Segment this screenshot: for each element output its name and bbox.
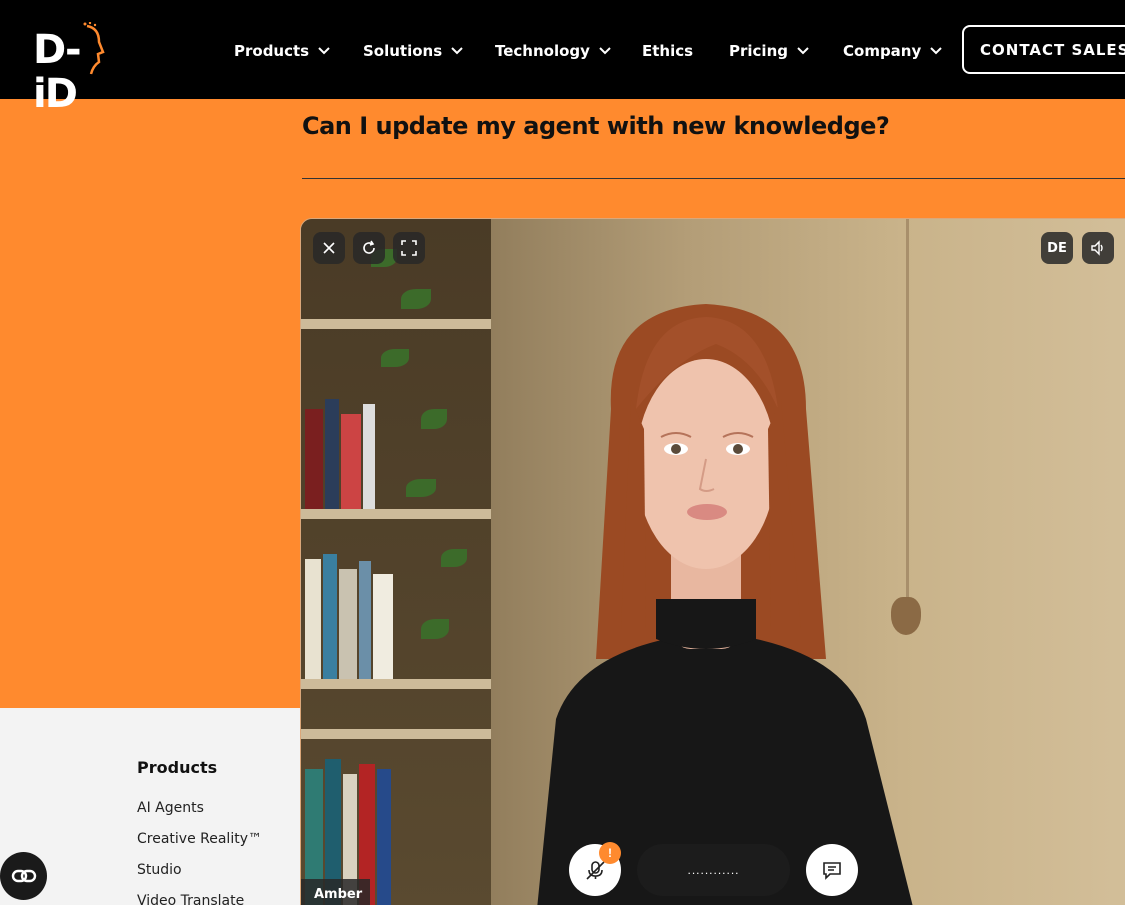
- fullscreen-icon: [401, 240, 417, 256]
- book: [325, 399, 339, 509]
- refresh-icon: [363, 240, 375, 254]
- footer-products-column: Products AI Agents Creative Reality™ Stu…: [137, 758, 262, 905]
- nav-label: Ethics: [642, 42, 694, 60]
- chat-icon: [823, 862, 841, 880]
- plant-leaf: [441, 549, 467, 567]
- agent-video-player[interactable]: DE Amber ! ............: [300, 218, 1125, 905]
- nav-technology[interactable]: Technology: [495, 40, 612, 62]
- language-button[interactable]: DE: [1041, 232, 1073, 264]
- microphone-alert-badge: !: [599, 842, 621, 864]
- nav-label: Company: [843, 42, 922, 60]
- book: [373, 574, 393, 679]
- main-nav: Products Solutions Technology Ethics Pri…: [0, 0, 1125, 99]
- book: [305, 559, 321, 679]
- footer-heading: Products: [137, 758, 218, 777]
- volume-button[interactable]: [1082, 232, 1114, 264]
- chevron-down-icon: [318, 47, 330, 55]
- nav-company[interactable]: Company: [843, 40, 943, 62]
- audio-waveform: ............: [637, 844, 790, 896]
- nav-solutions[interactable]: Solutions: [363, 40, 464, 62]
- nav-label: Pricing: [729, 42, 788, 60]
- agent-name-tag: Amber: [301, 879, 370, 905]
- link-icon: [11, 869, 36, 883]
- footer-link-studio[interactable]: Studio: [137, 861, 262, 892]
- avatar-amber: [537, 304, 913, 905]
- microphone-muted-icon: [586, 861, 605, 880]
- chevron-down-icon: [797, 47, 809, 55]
- shelf: [301, 679, 491, 689]
- page: D-iD Products Solutions Technology Ethic…: [0, 0, 1125, 905]
- footer-link-ai-agents[interactable]: AI Agents: [137, 799, 262, 830]
- footer-link-video-translate[interactable]: Video Translate: [137, 892, 262, 905]
- contact-sales-button[interactable]: CONTACT SALES: [962, 25, 1125, 74]
- plant-leaf: [401, 289, 431, 309]
- book: [359, 561, 371, 679]
- plant-leaf: [406, 479, 436, 497]
- chevron-down-icon: [599, 47, 611, 55]
- footer-link-creative-reality[interactable]: Creative Reality™: [137, 830, 262, 861]
- nav-label: Technology: [495, 42, 590, 60]
- book: [363, 404, 375, 509]
- nav-label: Solutions: [363, 42, 443, 60]
- accessibility-widget-button[interactable]: [0, 852, 47, 900]
- shelf: [301, 319, 491, 329]
- book: [305, 409, 323, 509]
- book: [341, 414, 361, 509]
- shelf: [301, 729, 491, 739]
- nav-pricing[interactable]: Pricing: [729, 40, 810, 62]
- books-row: [301, 549, 491, 679]
- close-icon: [323, 242, 335, 254]
- nav-ethics[interactable]: Ethics: [642, 40, 693, 62]
- book: [377, 769, 391, 905]
- site-header: D-iD Products Solutions Technology Ethic…: [0, 0, 1125, 116]
- plant-leaf: [381, 349, 409, 367]
- book: [339, 569, 357, 679]
- chevron-down-icon: [451, 47, 463, 55]
- bookshelf-background: [301, 219, 491, 905]
- nav-products[interactable]: Products: [234, 40, 331, 62]
- nav-label: Products: [234, 42, 310, 60]
- speaker-icon: [1091, 240, 1103, 256]
- restart-video-button[interactable]: [353, 232, 385, 264]
- book: [323, 554, 337, 679]
- plant-leaf: [421, 619, 449, 639]
- close-video-button[interactable]: [313, 232, 345, 264]
- chat-button[interactable]: [806, 844, 858, 896]
- plant-leaf: [421, 409, 447, 429]
- fullscreen-button[interactable]: [393, 232, 425, 264]
- faq-divider: [302, 178, 1125, 179]
- books-row: [301, 389, 491, 509]
- faq-question[interactable]: Can I update my agent with new knowledge…: [302, 112, 890, 140]
- chevron-down-icon: [930, 47, 942, 55]
- shelf: [301, 509, 491, 519]
